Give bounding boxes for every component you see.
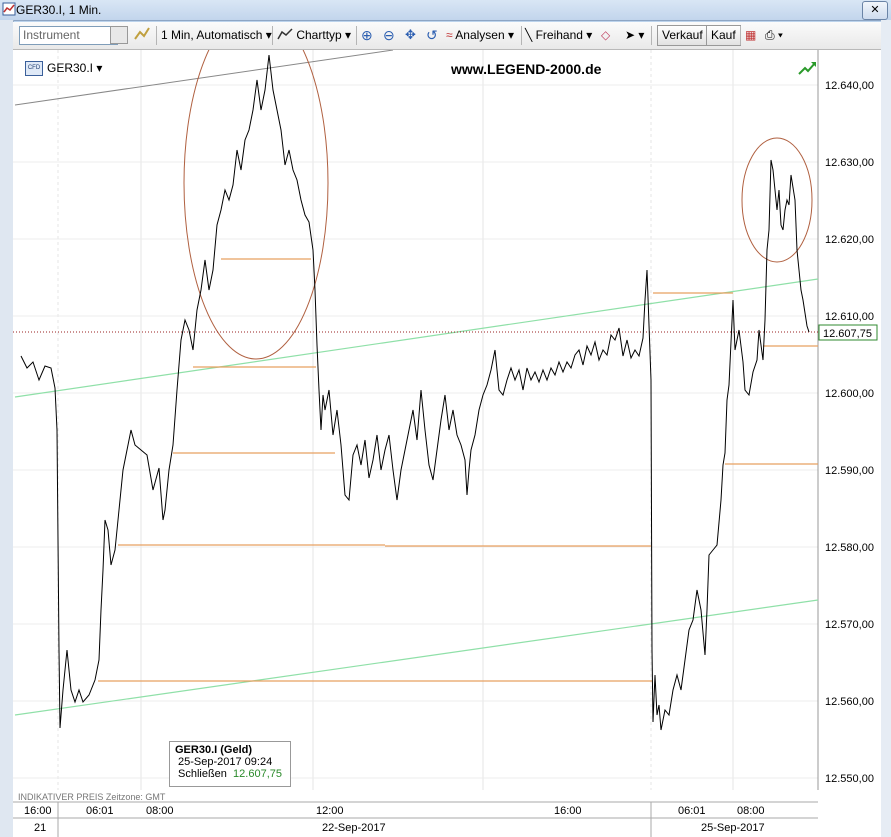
time-tick: 06:01 <box>86 805 114 817</box>
trend-arrow-icon <box>798 62 816 75</box>
date-tick: 22-Sep-2017 <box>322 822 386 834</box>
time-tick: 08:00 <box>146 805 174 817</box>
left-panel-edge <box>0 20 14 837</box>
zoom-in-icon[interactable]: ⊕ <box>361 25 373 45</box>
price-tick: 12.600,00 <box>825 388 874 400</box>
time-tick: 16:00 <box>24 805 52 817</box>
print-dropdown[interactable]: ⎙ ▾ <box>765 25 783 45</box>
current-price-label: 12.607,75 <box>823 328 872 340</box>
fit-icon[interactable]: ✥ <box>405 25 416 45</box>
price-tick: 12.590,00 <box>825 465 874 477</box>
date-tick: 25-Sep-2017 <box>701 822 765 834</box>
instrument-input[interactable]: Instrument <box>19 26 118 45</box>
analysen-dropdown[interactable]: ≈ Analysen ▾ <box>446 25 514 45</box>
info-datetime: 25-Sep-2017 09:24 <box>178 756 273 768</box>
chart-window-icon <box>2 2 16 16</box>
price-chart[interactable]: 12.640,00 12.630,00 12.620,00 12.610,00 … <box>13 50 881 837</box>
watermark-text: www.LEGEND-2000.de <box>451 61 602 77</box>
trendline-green-lower <box>14 599 819 716</box>
chart-toolbar: Instrument 1 Min, Automatisch ▾ Charttyp… <box>13 22 881 50</box>
verkauf-button[interactable]: Verkauf <box>657 25 708 46</box>
price-tick: 12.570,00 <box>825 619 874 631</box>
window-title: GER30.I, 1 Min. <box>16 3 102 17</box>
line-chart-icon <box>277 28 293 40</box>
eraser-icon[interactable]: ◇ <box>601 25 610 45</box>
time-tick: 16:00 <box>554 805 582 817</box>
freihand-dropdown[interactable]: ╲ Freihand ▾ <box>525 25 592 45</box>
highlight-circle-left <box>183 50 329 360</box>
charttyp-dropdown[interactable]: Charttyp ▾ <box>277 25 351 45</box>
symbol-selector[interactable]: CFD GER30.I ▾ <box>25 61 102 77</box>
chart-area[interactable]: 12.640,00 12.630,00 12.620,00 12.610,00 … <box>13 50 881 837</box>
instrument-list-icon[interactable] <box>110 26 128 44</box>
zoom-out-icon[interactable]: ⊖ <box>383 25 395 45</box>
info-label: Schließen <box>178 768 227 780</box>
price-info-box: GER30.I (Geld) 25-Sep-2017 09:24 Schließ… <box>169 741 291 787</box>
chart-settings-icon[interactable]: ▦ <box>745 25 756 45</box>
window-titlebar: GER30.I, 1 Min. ✕ <box>0 0 891 21</box>
price-tick: 12.640,00 <box>825 80 874 92</box>
footer-note: INDIKATIVER PREIS Zeitzone: GMT <box>18 792 166 802</box>
price-tick: 12.620,00 <box>825 234 874 246</box>
time-tick: 08:00 <box>737 805 765 817</box>
price-tick: 12.580,00 <box>825 542 874 554</box>
freihand-icon: ╲ <box>525 28 533 42</box>
cfd-badge-icon: CFD <box>25 61 43 77</box>
charttyp-label: Charttyp <box>296 28 342 42</box>
interval-dropdown[interactable]: 1 Min, Automatisch ▾ <box>161 25 272 45</box>
price-tick: 12.610,00 <box>825 311 874 323</box>
refresh-icon[interactable]: ↺ <box>426 25 438 45</box>
price-tick: 12.630,00 <box>825 157 874 169</box>
price-tick: 12.550,00 <box>825 773 874 785</box>
right-scrollbar[interactable] <box>881 20 891 837</box>
highlight-circle-right <box>741 137 813 263</box>
analysen-icon: ≈ <box>446 28 453 42</box>
price-axis-ticks: 12.640,00 12.630,00 12.620,00 12.610,00 … <box>825 80 874 785</box>
kauf-button[interactable]: Kauf <box>706 25 741 46</box>
draw-tool-icon[interactable] <box>133 25 151 45</box>
time-axis: 16:00 06:01 08:00 12:00 16:00 06:01 08:0… <box>13 801 818 837</box>
trendline-gray <box>14 50 394 106</box>
vertical-gridlines <box>57 50 734 790</box>
close-button[interactable]: ✕ <box>862 1 888 20</box>
analysen-label: Analysen <box>455 28 505 42</box>
info-title: GER30.I (Geld) <box>175 744 253 756</box>
time-tick: 06:01 <box>678 805 706 817</box>
cursor-dropdown[interactable]: ➤ ▾ <box>625 25 644 45</box>
info-value: 12.607,75 <box>233 768 282 780</box>
price-tick: 12.560,00 <box>825 696 874 708</box>
date-tick: 21 <box>34 822 46 834</box>
interval-label: 1 Min, Automatisch <box>161 28 263 42</box>
trendline-green-upper <box>14 278 819 398</box>
freihand-label: Freihand <box>535 28 583 42</box>
symbol-label: GER30.I <box>47 61 94 75</box>
time-tick: 12:00 <box>316 805 344 817</box>
